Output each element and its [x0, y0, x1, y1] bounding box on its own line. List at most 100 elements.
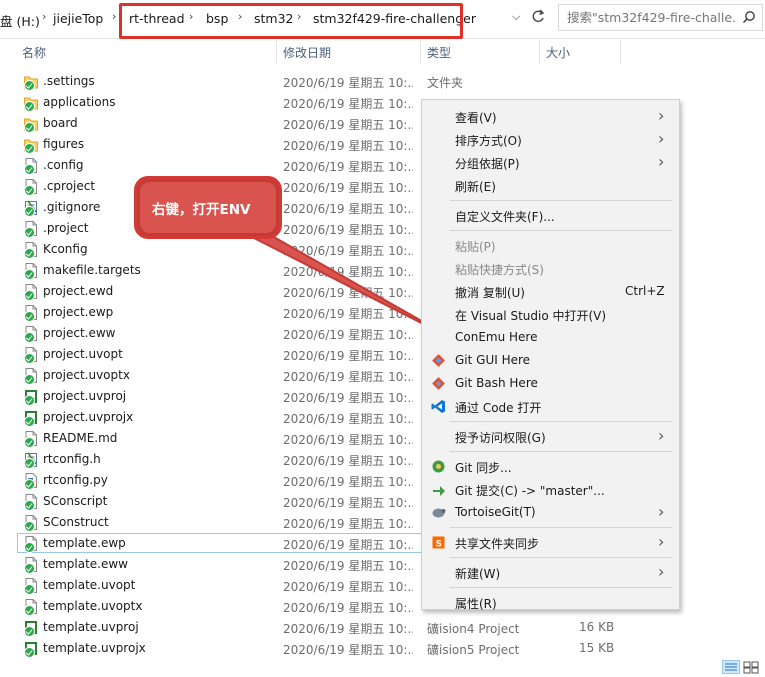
breadcrumb-parent[interactable]: jiejieTop [53, 11, 103, 26]
column-header-type[interactable]: 类型 [427, 44, 451, 61]
file-name[interactable]: rtconfig.h [43, 452, 101, 466]
menu-item[interactable]: 分组依据(P) › [422, 151, 679, 173]
file-name[interactable]: project.uvopt [43, 347, 123, 361]
menu-item-label: 粘贴快捷方式(S) [455, 263, 544, 277]
menu-item[interactable]: 在 Visual Studio 中打开(V) [422, 303, 679, 325]
chevron-right-icon[interactable]: › [112, 10, 116, 23]
file-icon [24, 242, 38, 259]
file-date: 2020/6/19 星期五 10:... [283, 412, 413, 426]
column-divider[interactable] [276, 40, 277, 64]
file-name[interactable]: SConstruct [43, 515, 109, 529]
file-name[interactable]: board [43, 116, 78, 130]
menu-item[interactable]: Git 同步... [422, 455, 679, 477]
search-input[interactable] [559, 5, 735, 30]
column-header-row: 名称 修改日期 类型 大小 [0, 40, 765, 64]
file-row[interactable]: Ktemplate.uvprojx 2020/6/19 星期五 10:... 礦is… [0, 638, 765, 659]
file-name[interactable]: SConscript [43, 494, 107, 508]
menu-item[interactable]: Git GUI Here [422, 349, 679, 371]
highlight-box [119, 3, 463, 39]
file-name[interactable]: .gitignore [43, 200, 100, 214]
menu-item[interactable]: 新建(W) › [422, 561, 679, 583]
menu-separator [450, 451, 672, 452]
file-name[interactable]: figures [43, 137, 84, 151]
menu-item[interactable]: Git Bash Here [422, 372, 679, 394]
menu-item[interactable]: ConEmu Here [422, 326, 679, 348]
menu-item: 粘贴(P) [422, 234, 679, 256]
git-status-ok-icon [24, 395, 35, 406]
large-icons-view-icon[interactable] [743, 661, 759, 674]
chevron-down-icon[interactable]: ⌵ [512, 10, 520, 24]
details-view-icon[interactable] [722, 660, 740, 674]
git-status-ok-icon [24, 458, 35, 469]
git-status-ok-icon [24, 479, 35, 490]
file-name[interactable]: template.uvproj [43, 620, 139, 634]
menu-separator [450, 421, 672, 422]
git-status-ok-icon [24, 437, 35, 448]
file-name[interactable]: project.uvoptx [43, 368, 130, 382]
file-date: 2020/6/19 星期五 10:... [283, 118, 413, 132]
menu-item-label: 排序方式(O) [455, 134, 522, 148]
menu-item[interactable]: 自定义文件夹(F)... [422, 204, 679, 226]
menu-item[interactable]: 查看(V) › [422, 105, 679, 127]
file-name[interactable]: template.uvopt [43, 578, 135, 592]
menu-item[interactable]: 排序方式(O) › [422, 128, 679, 150]
file-row[interactable]: Ktemplate.uvproj 2020/6/19 星期五 10:... 礦isi… [0, 617, 765, 638]
file-name[interactable]: project.ewp [43, 305, 113, 319]
menu-item[interactable]: 属性(R) [422, 591, 679, 613]
column-divider[interactable] [539, 40, 540, 64]
file-name[interactable]: project.uvprojx [43, 410, 133, 424]
file-name[interactable]: makefile.targets [43, 263, 141, 277]
file-name[interactable]: project.eww [43, 326, 115, 340]
menu-item[interactable]: S 共享文件夹同步 › [422, 531, 679, 553]
file-name[interactable]: template.eww [43, 557, 128, 571]
file-name[interactable]: rtconfig.py [43, 473, 108, 487]
column-divider[interactable] [620, 40, 621, 64]
column-divider[interactable] [420, 40, 421, 64]
menu-item-label: Git 提交(C) -> "master"... [455, 484, 605, 498]
file-name[interactable]: .project [43, 221, 88, 235]
folder-icon [24, 95, 38, 112]
menu-item[interactable]: TortoiseGit(T) › [422, 501, 679, 523]
file-icon [24, 599, 38, 616]
file-type: 礦ision4 Project [427, 622, 520, 636]
file-name[interactable]: .settings [43, 74, 95, 88]
file-name[interactable]: applications [43, 95, 115, 109]
menu-item[interactable]: 撤消 复制(U) Ctrl+Z [422, 280, 679, 302]
file-name[interactable]: project.ewd [43, 284, 113, 298]
python-file-icon [24, 473, 38, 490]
menu-item-label: 自定义文件夹(F)... [455, 210, 555, 224]
file-name[interactable]: Kconfig [43, 242, 88, 256]
search-box[interactable] [558, 4, 763, 31]
file-date: 2020/6/19 星期五 10:... [283, 643, 413, 657]
column-header-date[interactable]: 修改日期 [283, 44, 331, 61]
file-name[interactable]: README.md [43, 431, 117, 445]
file-icon [24, 536, 38, 553]
menu-item[interactable]: 刷新(E) [422, 174, 679, 196]
file-name[interactable]: template.ewp [43, 536, 126, 550]
tortoisegit-sync-icon [431, 459, 446, 474]
keil-project-icon: K [24, 389, 38, 406]
file-icon [24, 557, 38, 574]
menu-item[interactable]: 通过 Code 打开 [422, 395, 679, 417]
git-status-ok-icon [24, 332, 35, 343]
file-name[interactable]: .cproject [43, 179, 95, 193]
file-name[interactable]: project.uvproj [43, 389, 126, 403]
git-status-ok-icon [24, 605, 35, 616]
file-row[interactable]: .settings 2020/6/19 星期五 10:... 文件夹 [0, 71, 765, 92]
menu-item[interactable]: 授予访问权限(G) › [422, 425, 679, 447]
file-name[interactable]: template.uvoptx [43, 599, 142, 613]
refresh-icon[interactable] [530, 6, 546, 26]
menu-item-label: 属性(R) [455, 597, 497, 611]
address-bar[interactable]: 盘 (H:) › jiejieTop › rt-thread › bsp › s… [0, 0, 765, 39]
file-icon [24, 284, 38, 301]
menu-item[interactable]: Git 提交(C) -> "master"... [422, 478, 679, 500]
column-header-name[interactable]: 名称 [22, 44, 46, 61]
breadcrumb-drive[interactable]: 盘 (H:) [0, 11, 40, 30]
file-name[interactable]: template.uvprojx [43, 641, 146, 655]
chevron-right-icon[interactable]: › [42, 10, 46, 23]
file-icon [24, 368, 38, 385]
column-header-size[interactable]: 大小 [546, 44, 570, 61]
file-name[interactable]: .config [43, 158, 84, 172]
notepad-icon [24, 452, 38, 469]
search-icon[interactable] [742, 10, 756, 24]
